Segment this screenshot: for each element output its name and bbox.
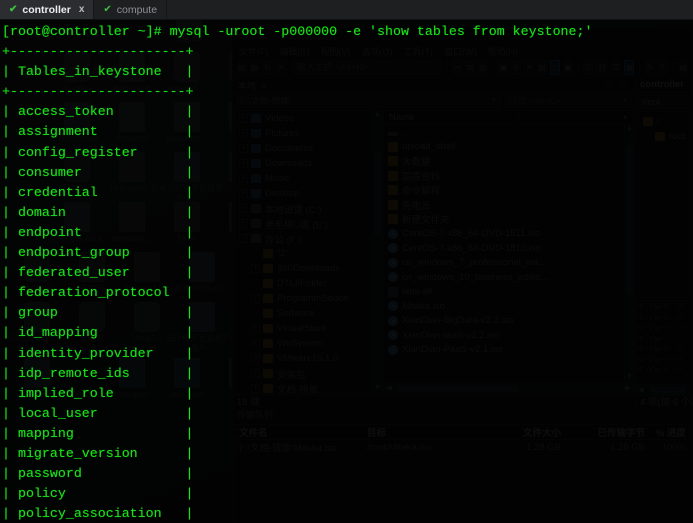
terminal-table-row: | federated_user | (2, 265, 194, 281)
terminal-table-row: | config_register | (2, 144, 194, 160)
terminal-table-row: | implied_role | (2, 385, 194, 401)
terminal-table-row: | id_mapping | (2, 325, 194, 341)
terminal-table-row: | migrate_version | (2, 445, 194, 461)
tab-controller[interactable]: ✔ controller x (0, 0, 95, 19)
terminal-table-header: | Tables_in_keystone | (2, 64, 194, 80)
terminal-table-row: | access_token | (2, 104, 194, 120)
terminal-table-row: | credential | (2, 184, 194, 200)
terminal-table-row: | consumer | (2, 164, 194, 180)
check-icon: ✔ (103, 4, 112, 15)
terminal-table-row: | endpoint_group | (2, 245, 194, 261)
terminal-table-row: | policy_association | (2, 506, 194, 522)
terminal-table-row: | endpoint | (2, 224, 194, 240)
tab-compute-label: compute (116, 3, 158, 16)
terminal-table-row: | group | (2, 305, 194, 321)
check-icon: ✔ (9, 4, 18, 15)
tab-compute[interactable]: ✔ compute (94, 0, 168, 19)
tab-controller-label: controller (22, 3, 71, 16)
terminal-table-row: | policy | (2, 486, 194, 502)
tabbar-filler (167, 0, 693, 19)
terminal-table-row: | identity_provider | (2, 345, 194, 361)
close-icon[interactable]: x (79, 4, 85, 15)
terminal-table-row: | password | (2, 466, 194, 482)
terminal-table-row: | local_user | (2, 405, 194, 421)
screen: 加密.docms-officebigdata.txtputtygen....9.… (0, 0, 693, 523)
xshell-window[interactable]: ✔ controller x ✔ compute [root@controlle… (0, 0, 693, 523)
terminal-table-row: | mapping | (2, 425, 194, 441)
terminal-table-row: | domain | (2, 204, 194, 220)
terminal-table-border: +----------------------+ (2, 84, 194, 100)
session-tabbar[interactable]: ✔ controller x ✔ compute (0, 0, 693, 20)
terminal-table-row: | federation_protocol | (2, 285, 194, 301)
terminal-table-row: | idp_remote_ids | (2, 365, 194, 381)
terminal-output[interactable]: [root@controller ~]# mysql -uroot -p0000… (0, 20, 693, 523)
terminal-table-row: | assignment | (2, 124, 194, 140)
terminal-command-line: [root@controller ~]# mysql -uroot -p0000… (2, 24, 593, 39)
terminal-table-border: +----------------------+ (2, 44, 194, 60)
